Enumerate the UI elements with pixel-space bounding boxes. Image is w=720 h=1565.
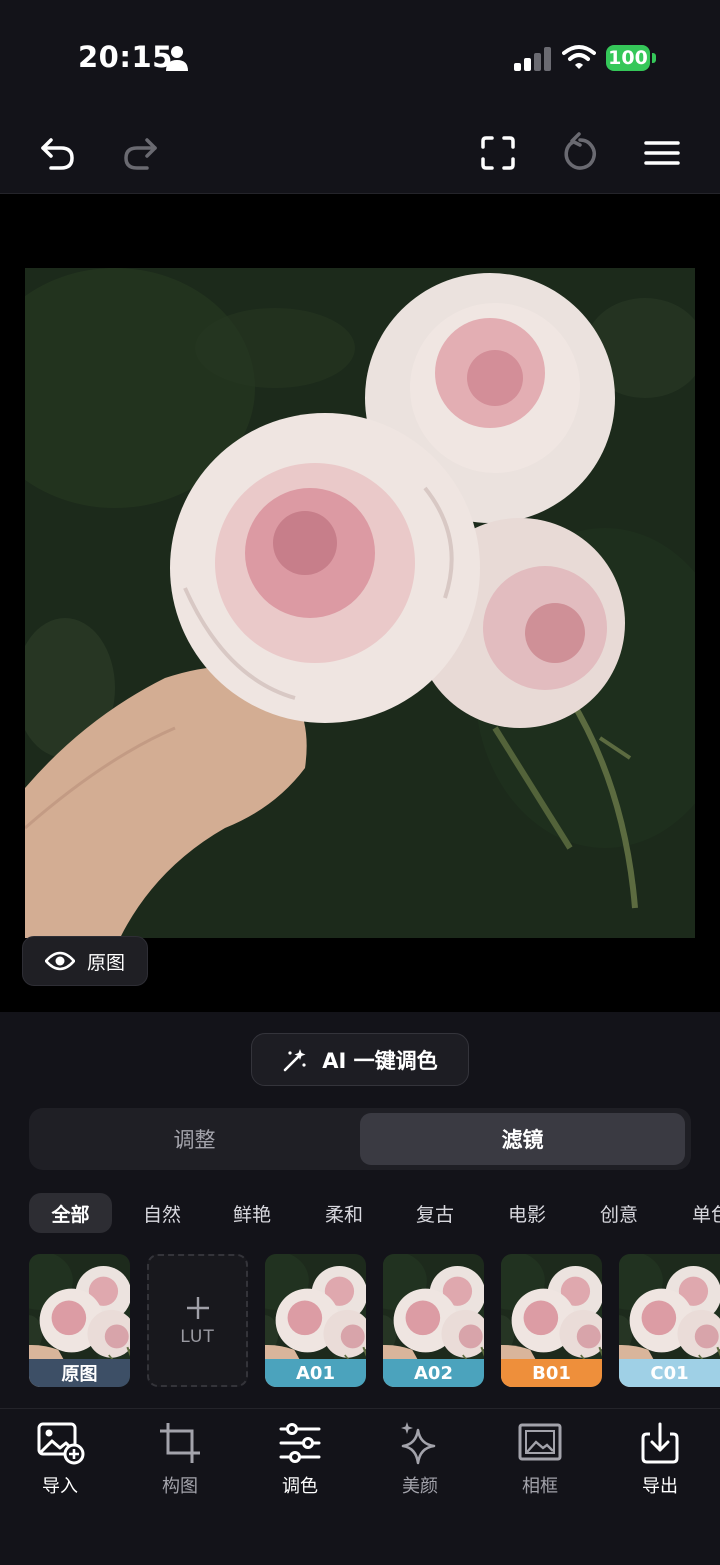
tab-filter[interactable]: 滤镜 (360, 1113, 685, 1165)
import-image-icon (37, 1422, 85, 1465)
category-vivid[interactable]: 鲜艳 (216, 1193, 288, 1233)
battery-tip (652, 53, 656, 63)
filter-b01[interactable]: B01 (501, 1254, 602, 1387)
category-creative[interactable]: 创意 (583, 1193, 655, 1233)
compare-original-button[interactable]: 原图 (22, 936, 148, 986)
photo-preview[interactable] (25, 268, 695, 938)
signal-icon (514, 47, 551, 71)
ai-color-label: AI 一键调色 (322, 1048, 438, 1073)
filter-original[interactable]: 原图 (29, 1254, 130, 1387)
nav-color[interactable]: 调色 (240, 1420, 360, 1510)
battery-icon: 100 (606, 45, 650, 71)
frame-icon (518, 1423, 562, 1461)
nav-frame[interactable]: 相框 (480, 1420, 600, 1510)
nav-label: 导出 (642, 1476, 678, 1497)
nav-label: 美颜 (402, 1476, 438, 1497)
category-film[interactable]: 电影 (491, 1193, 563, 1233)
category-natural[interactable]: 自然 (126, 1193, 198, 1233)
nav-divider (0, 1408, 720, 1409)
category-vintage[interactable]: 复古 (399, 1193, 471, 1233)
undo-icon[interactable] (37, 132, 79, 174)
plus-icon (186, 1296, 209, 1319)
crop-icon (160, 1423, 200, 1463)
sliders-icon (279, 1423, 321, 1463)
reset-icon[interactable] (559, 132, 601, 174)
eye-icon (45, 951, 75, 971)
redo-icon[interactable] (119, 132, 161, 174)
nav-import[interactable]: 导入 (0, 1420, 120, 1510)
filter-label: B01 (501, 1359, 602, 1387)
compare-label: 原图 (87, 951, 126, 974)
filter-c01[interactable]: C01 (619, 1254, 720, 1387)
nav-export[interactable]: 导出 (600, 1420, 720, 1510)
magic-wand-icon (283, 1048, 306, 1071)
person-icon (166, 46, 188, 71)
filter-label: 原图 (29, 1359, 130, 1387)
nav-label: 导入 (42, 1476, 78, 1497)
menu-icon[interactable] (641, 132, 683, 174)
category-all[interactable]: 全部 (29, 1193, 112, 1233)
filter-label: A02 (383, 1359, 484, 1387)
filter-label: C01 (619, 1359, 720, 1387)
filter-a02[interactable]: A02 (383, 1254, 484, 1387)
nav-label: 调色 (282, 1476, 318, 1497)
category-soft[interactable]: 柔和 (308, 1193, 380, 1233)
filter-label: A01 (265, 1359, 366, 1387)
lut-label: LUT (180, 1326, 215, 1347)
add-lut-button[interactable]: LUT (147, 1254, 248, 1387)
nav-label: 相框 (522, 1476, 558, 1497)
nav-beauty[interactable]: 美颜 (360, 1420, 480, 1510)
sparkle-icon (401, 1422, 436, 1465)
export-icon (641, 1422, 679, 1464)
filter-a01[interactable]: A01 (265, 1254, 366, 1387)
ai-color-button[interactable]: AI 一键调色 (251, 1033, 469, 1086)
wifi-icon (562, 45, 596, 69)
fullscreen-icon[interactable] (477, 132, 519, 174)
status-time: 20:15 (78, 40, 173, 74)
nav-crop[interactable]: 构图 (120, 1420, 240, 1510)
tab-adjust[interactable]: 调整 (29, 1113, 360, 1165)
nav-label: 构图 (162, 1476, 198, 1497)
category-mono[interactable]: 单色 (676, 1193, 720, 1233)
